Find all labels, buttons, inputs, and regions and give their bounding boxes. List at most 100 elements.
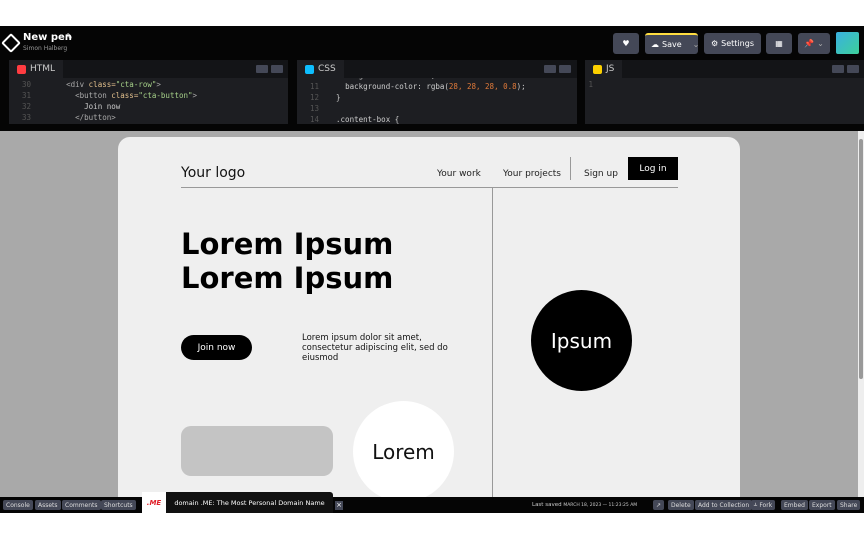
assets-button[interactable]: Assets [35, 500, 61, 510]
gear-icon: ⚙ [711, 39, 719, 48]
code-token: 28, 28, 28, 0.8 [448, 82, 517, 91]
code-token: > [192, 91, 198, 100]
code-line: 14 .content-box { [297, 115, 577, 126]
chevron-down-icon[interactable]: ⌄ [693, 40, 700, 49]
edit-title-icon[interactable]: ✎ [66, 32, 73, 41]
tab-js[interactable]: JS [585, 60, 623, 78]
code-line: 33 </button> [9, 113, 288, 124]
add-to-collection-button[interactable]: Add to Collection [695, 500, 753, 510]
gray-box [181, 426, 333, 476]
tab-css[interactable]: CSS [297, 60, 344, 78]
css-panel[interactable]: CSS 10 align-items: center;11 background… [297, 60, 577, 124]
console-button[interactable]: Console [3, 500, 33, 510]
code-token: class= [88, 80, 116, 89]
settings-button[interactable]: ⚙ Settings [704, 33, 761, 54]
author-name[interactable]: Simon Halberg [23, 45, 67, 52]
pin-button[interactable]: 📌 ⌄ [798, 33, 830, 54]
delete-button[interactable]: Delete [668, 500, 694, 510]
code-token: ); [516, 82, 526, 91]
code-token: "cta-row" [115, 80, 157, 89]
panel-settings-button[interactable] [832, 65, 844, 73]
js-panel[interactable]: JS 1 [585, 60, 864, 124]
code-token: } [336, 93, 341, 102]
lorem-circle: Lorem [353, 401, 454, 497]
html-code-editor[interactable]: 30 <div class= "cta-row" >31 <button class… [9, 78, 288, 124]
code-line: 30 <div class= "cta-row" > [9, 80, 288, 91]
js-icon [593, 64, 602, 74]
panel-collapse-button[interactable] [847, 65, 859, 73]
code-token: 11 [309, 82, 319, 91]
code-line: 31 <button class= "cta-button" > [9, 91, 288, 102]
code-token: 32 [21, 102, 31, 111]
code-token: <div [66, 80, 89, 89]
panel-settings-button[interactable] [544, 65, 556, 73]
header-divider [181, 187, 678, 188]
ipsum-circle: Ipsum [531, 290, 632, 391]
ad-banner[interactable]: domain .ME: The Most Personal Domain Nam… [166, 492, 333, 513]
hero-paragraph: Lorem ipsum dolor sit amet, consectetur … [302, 333, 448, 363]
code-line: 11 background-color: rgba(28, 28, 28, 0.… [297, 82, 577, 93]
nav-your-projects[interactable]: Your projects [503, 169, 561, 179]
embed-button[interactable]: Embed [781, 500, 808, 510]
code-token: 14 [309, 115, 319, 124]
codepen-logo-icon[interactable] [1, 33, 21, 53]
avatar[interactable] [836, 32, 859, 54]
panel-collapse-button[interactable] [559, 65, 571, 73]
cloud-icon: ☁ [651, 40, 659, 49]
content-box: Your logo Your work Your projects Sign u… [118, 137, 740, 497]
comments-button[interactable]: Comments [62, 500, 101, 510]
js-code-editor[interactable]: 1 [585, 78, 864, 91]
code-token: background-color: rgba( [345, 82, 449, 91]
code-token: > [156, 80, 161, 89]
hero-heading: Lorem Ipsum Lorem Ipsum [181, 227, 394, 295]
code-line: 12 } [297, 93, 577, 104]
code-token: 12 [309, 93, 319, 102]
html-panel[interactable]: HTML 30 <div class= "cta-row" >31 <button … [9, 60, 288, 124]
code-token: 33 [21, 113, 31, 122]
code-token: 30 [21, 80, 31, 89]
logo[interactable]: Your logo [181, 165, 245, 181]
pen-title[interactable]: New pen [23, 32, 72, 43]
preview-frame: Your logo Your work Your projects Sign u… [0, 131, 858, 497]
code-token: 13 [309, 104, 319, 113]
code-line: 13 [297, 104, 577, 115]
ad-logo[interactable]: .ME [142, 492, 166, 513]
preview-scrollbar[interactable] [858, 131, 864, 497]
shortcuts-button[interactable]: Shortcuts [101, 500, 136, 510]
close-ad-icon[interactable]: × [335, 501, 343, 510]
code-token: 31 [21, 91, 31, 100]
fork-button[interactable]: ⥿ Fork [751, 500, 776, 510]
code-token: "cta-button" [138, 91, 193, 100]
last-saved: Last saved MARCH 18, 2023 — 11:23:25 AM [532, 502, 638, 508]
join-now-button[interactable]: Join now [181, 335, 252, 360]
nav-your-work[interactable]: Your work [437, 169, 481, 179]
chevron-down-icon[interactable]: ⌄ [817, 39, 824, 48]
fork-icon: ⥿ [754, 501, 758, 508]
panel-settings-button[interactable] [256, 65, 268, 73]
code-token: <button [75, 91, 112, 100]
export-button[interactable]: Export [809, 500, 835, 510]
nav-sign-up[interactable]: Sign up [584, 169, 618, 179]
code-token: class= [111, 91, 139, 100]
column-divider [492, 187, 493, 497]
html-icon [17, 64, 26, 74]
share-button[interactable]: Share [837, 500, 861, 510]
layout-button[interactable]: ▦ [766, 33, 792, 54]
code-token: </button> [75, 113, 116, 122]
panel-collapse-button[interactable] [271, 65, 283, 73]
save-button[interactable]: ☁ Save ⌄ [645, 33, 700, 54]
nav-divider [570, 157, 571, 180]
tab-html[interactable]: HTML [9, 60, 64, 78]
open-external-button[interactable]: ↗ [653, 500, 665, 510]
css-icon [305, 64, 314, 74]
heart-button[interactable]: ♥ [613, 33, 639, 54]
login-button[interactable]: Log in [628, 157, 678, 180]
footer-bar: Console Assets Comments Shortcuts .ME do… [0, 492, 864, 513]
